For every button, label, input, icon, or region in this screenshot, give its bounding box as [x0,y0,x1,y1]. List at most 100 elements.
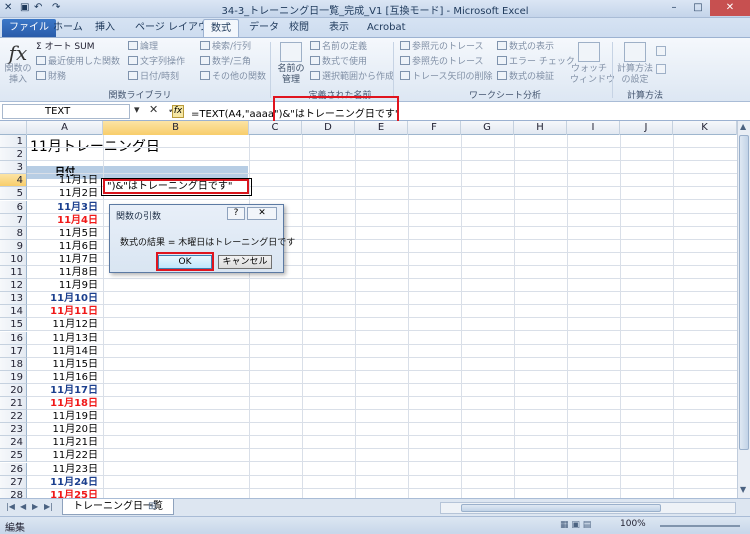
row-header[interactable]: 26 [0,463,27,476]
date-cell[interactable]: 11月16日 [27,371,103,384]
insert-function-fx-button[interactable]: fx [172,105,184,118]
editing-cell-b4[interactable]: ")&"はトレーニング日です" [103,179,249,194]
date-cell[interactable]: 11月4日 [27,214,103,227]
row-header[interactable]: 24 [0,436,27,449]
column-header-d[interactable]: D [302,121,355,135]
date-cell[interactable]: 11月11日 [27,305,103,318]
date-cell[interactable]: 11月10日 [27,292,103,305]
tab-acrobat[interactable]: Acrobat [360,19,413,37]
date-cell[interactable]: 11月13日 [27,332,103,345]
tab-insert[interactable]: 挿入 [88,19,122,37]
row-header[interactable]: 9 [0,240,27,253]
row-header[interactable]: 11 [0,266,27,279]
date-cell[interactable]: 11月8日 [27,266,103,279]
vertical-scrollbar[interactable]: ▲ ▼ [737,121,750,498]
row-header[interactable]: 27 [0,476,27,489]
row-header[interactable]: 13 [0,292,27,305]
math-button[interactable]: 数学/三角 [200,56,251,69]
tab-formulas[interactable]: 数式 [203,19,239,37]
use-in-formula-button[interactable]: 数式で使用 [310,56,367,69]
date-cell[interactable]: 11月23日 [27,463,103,476]
column-header-a[interactable]: A [27,121,103,135]
help-button[interactable]: ? [227,207,245,220]
sheet-title-cell[interactable]: 11月トレーニング日 [30,136,160,156]
tab-data[interactable]: データ [242,19,286,37]
recent-functions-button[interactable]: 最近使用した関数 [36,56,120,69]
calc-now-icon[interactable] [656,46,666,56]
dialog-close-button[interactable]: ✕ [247,207,277,220]
close-button[interactable]: ✕ [710,0,750,16]
scroll-down-icon[interactable]: ▼ [740,485,746,494]
row-header[interactable]: 15 [0,318,27,331]
date-cell[interactable]: 11月2日 [27,187,103,200]
date-cell[interactable]: 11月22日 [27,449,103,462]
select-all-corner[interactable] [0,121,27,135]
date-cell[interactable]: 11月19日 [27,410,103,423]
row-header[interactable]: 8 [0,227,27,240]
evaluate-formula-button[interactable]: 数式の検証 [497,71,554,84]
row-header[interactable]: 16 [0,332,27,345]
row-header[interactable]: 2 [0,148,27,161]
error-check-button[interactable]: エラー チェック [497,56,575,69]
create-from-selection-button[interactable]: 選択範囲から作成 [310,71,394,84]
zoom-slider[interactable] [660,525,740,527]
first-sheet-icon[interactable]: |◀ [6,502,15,511]
row-header[interactable]: 28 [0,489,27,498]
column-header-i[interactable]: I [567,121,620,135]
insert-function-button[interactable]: fx 関数の 挿入 [4,42,32,86]
text-button[interactable]: 文字列操作 [128,56,185,69]
date-cell[interactable]: 11月15日 [27,358,103,371]
ok-button[interactable]: OK [158,255,212,269]
date-cell[interactable]: 11月21日 [27,436,103,449]
row-header[interactable]: 22 [0,410,27,423]
cancel-button[interactable]: キャンセル [218,255,272,269]
minimize-button[interactable]: – [662,0,686,16]
date-cell[interactable]: 11月17日 [27,384,103,397]
watch-window-button[interactable]: ウォッチ ウィンドウ [570,42,615,86]
maximize-button[interactable]: □ [686,0,710,16]
date-cell[interactable]: 11月7日 [27,253,103,266]
date-cell[interactable]: 11月6日 [27,240,103,253]
trace-precedents-button[interactable]: 参照元のトレース [400,41,484,54]
calc-sheet-icon[interactable] [656,64,666,74]
row-header[interactable]: 17 [0,345,27,358]
define-name-button[interactable]: 名前の定義 [310,41,367,54]
name-box[interactable]: TEXT [2,104,130,119]
scroll-up-icon[interactable]: ▲ [740,122,746,131]
tab-review[interactable]: 校閲 [282,19,316,37]
autosum-button[interactable]: Σ オート SUM [36,41,95,54]
column-header-b[interactable]: B [103,121,249,135]
row-header[interactable]: 6 [0,201,27,214]
next-sheet-icon[interactable]: ▶ [32,502,38,511]
horizontal-scrollbar[interactable] [440,502,736,514]
date-cell[interactable]: 11月20日 [27,423,103,436]
column-header-f[interactable]: F [408,121,461,135]
new-sheet-icon[interactable]: ⊞ [148,501,156,512]
column-header-c[interactable]: C [249,121,302,135]
tab-home[interactable]: ホーム [46,19,90,37]
sheet-tab-training[interactable]: トレーニング日一覧 [62,499,174,515]
row-header[interactable]: 21 [0,397,27,410]
column-header-g[interactable]: G [461,121,514,135]
row-header[interactable]: 12 [0,279,27,292]
date-cell[interactable]: 11月1日 [27,174,103,187]
row-header[interactable]: 7 [0,214,27,227]
date-cell[interactable]: 11月12日 [27,318,103,331]
row-header[interactable]: 23 [0,423,27,436]
logical-button[interactable]: 論理 [128,41,158,54]
date-cell[interactable]: 11月14日 [27,345,103,358]
vertical-scroll-thumb[interactable] [739,135,749,450]
row-header[interactable]: 3 [0,161,27,174]
row-header[interactable]: 25 [0,449,27,462]
last-sheet-icon[interactable]: ▶| [44,502,53,511]
prev-sheet-icon[interactable]: ◀ [20,502,26,511]
row-header[interactable]: 5 [0,187,27,200]
row-header[interactable]: 1 [0,135,27,148]
row-header[interactable]: 4 [0,174,27,187]
financial-button[interactable]: 財務 [36,71,66,84]
horizontal-scroll-thumb[interactable] [461,504,661,512]
show-formulas-button[interactable]: 数式の表示 [497,41,554,54]
row-header[interactable]: 20 [0,384,27,397]
date-cell[interactable]: 11月24日 [27,476,103,489]
date-cell[interactable]: 11月5日 [27,227,103,240]
